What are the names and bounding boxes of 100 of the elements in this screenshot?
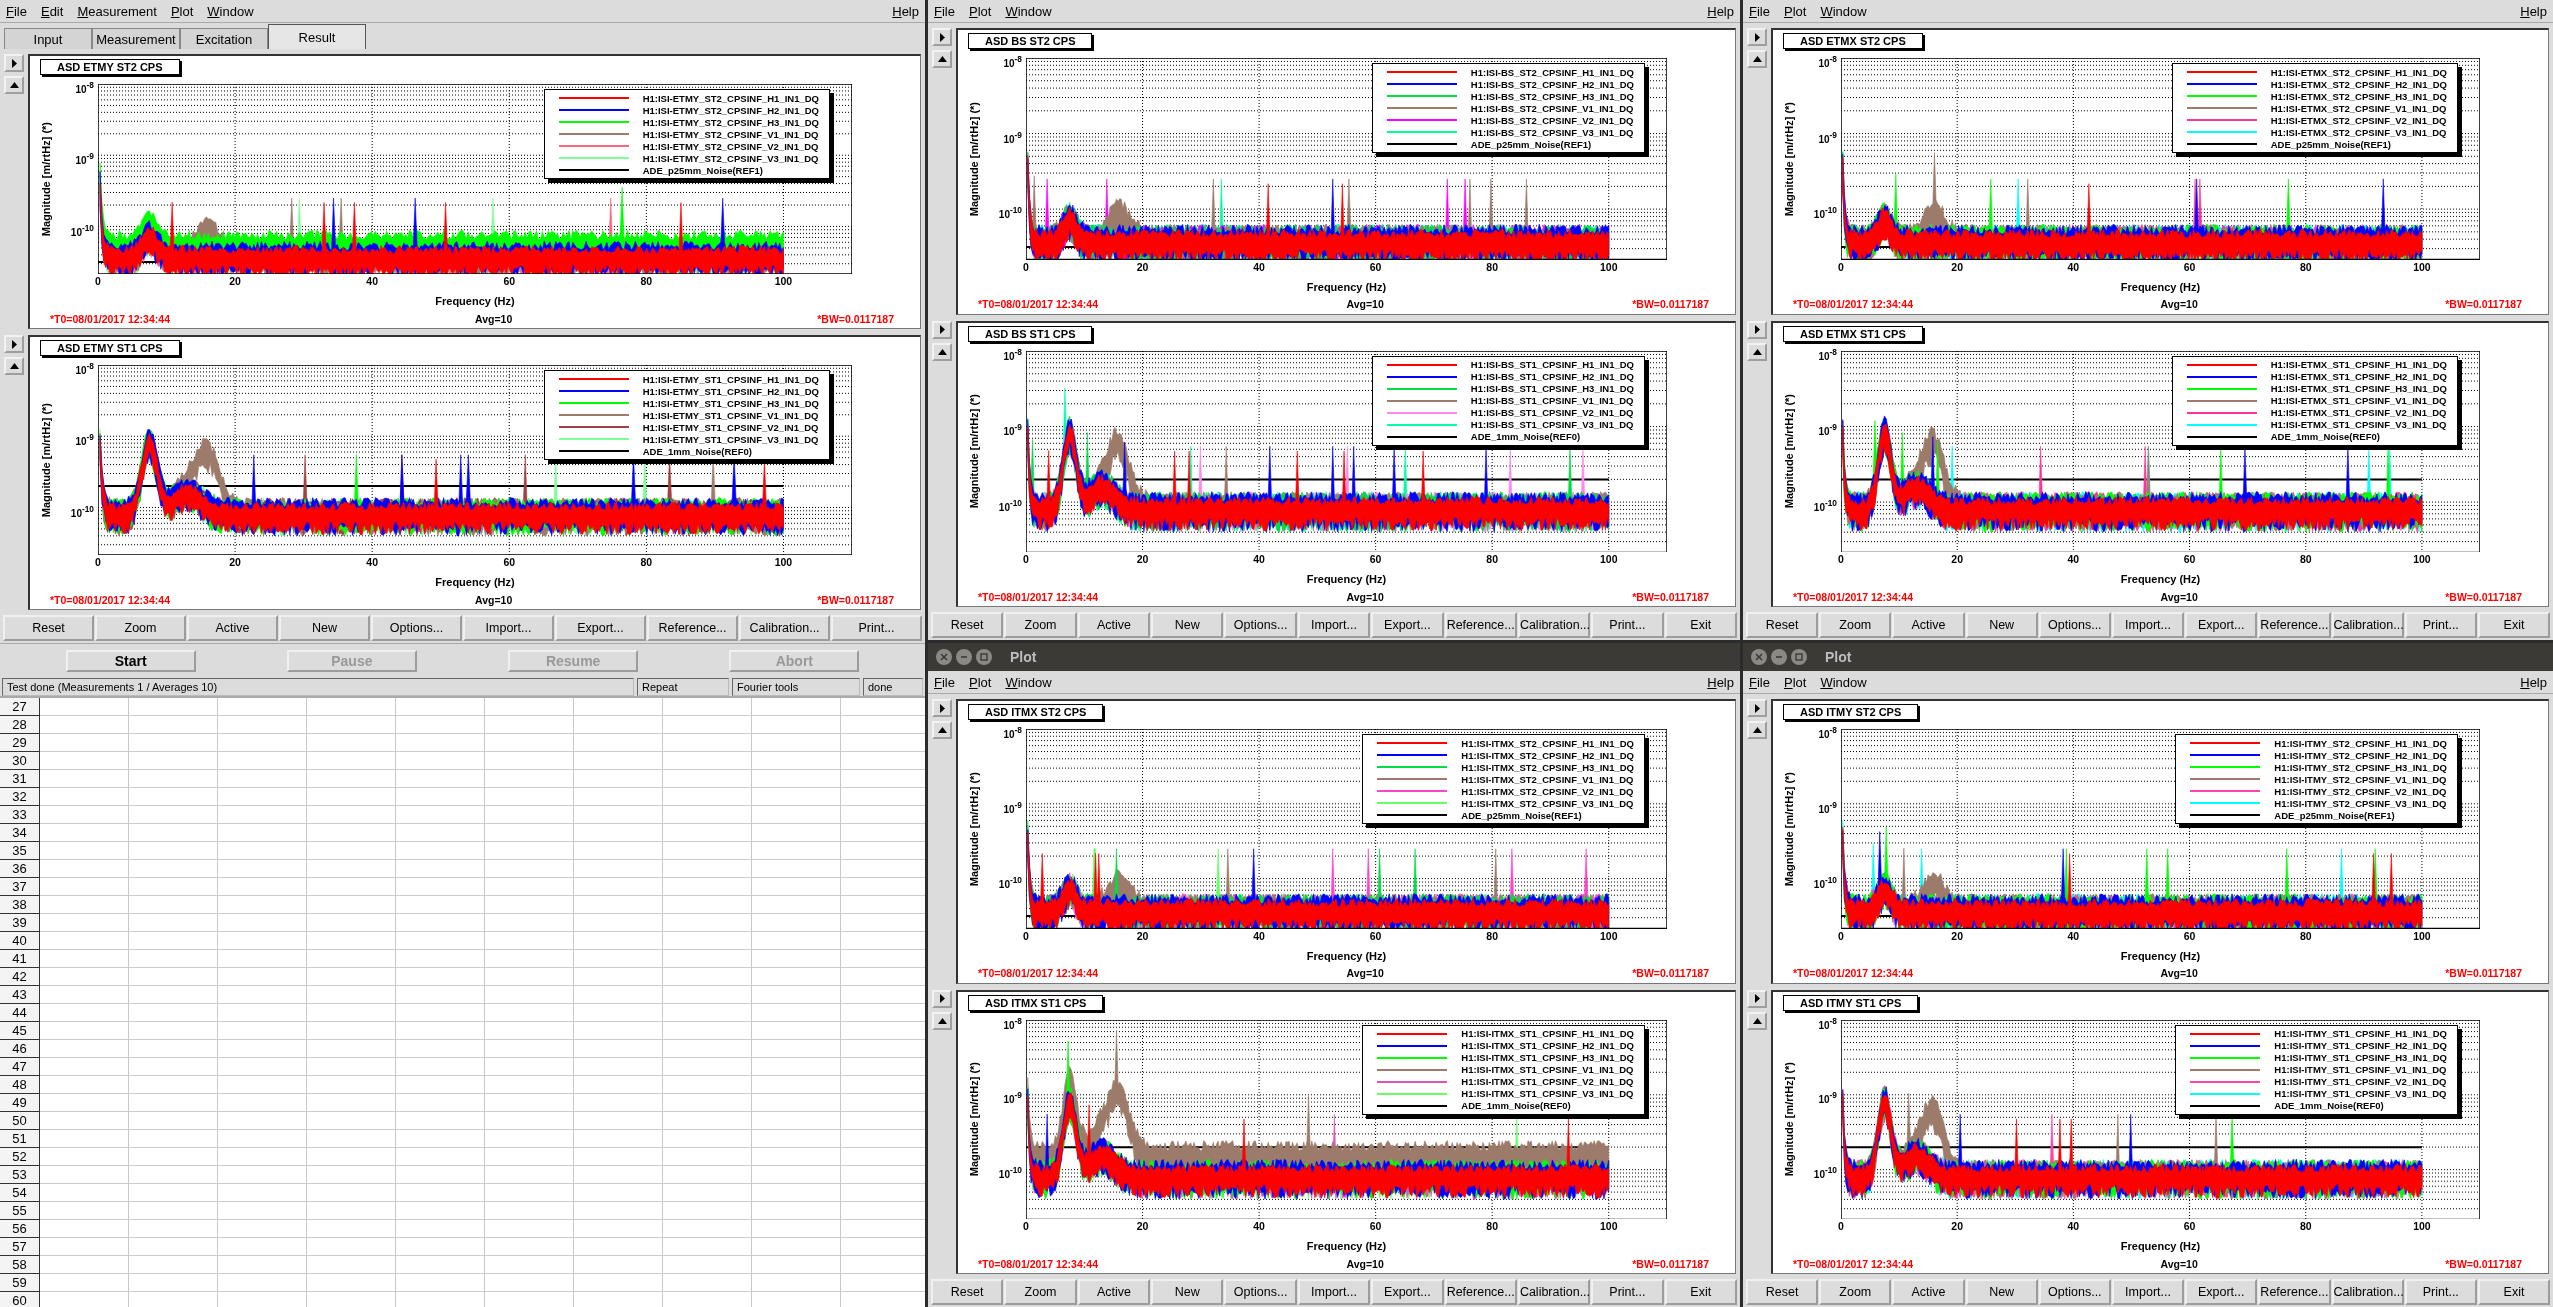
expand-button[interactable] [932,28,952,46]
menu-item[interactable]: Window [1820,3,1867,19]
menu-item[interactable]: Window [1005,3,1052,19]
toolbar-button[interactable]: Calibration... [1517,1279,1591,1305]
tab[interactable]: Excitation [180,28,268,49]
menu-item[interactable]: Plot [1783,3,1807,19]
toolbar-button[interactable]: Reset [931,612,1004,638]
menu-item[interactable]: File [1749,3,1770,19]
collapse-button[interactable] [1747,342,1767,361]
menu-item[interactable]: Window [207,3,254,19]
toolbar-button[interactable]: Exit [2477,612,2551,638]
collapse-button[interactable] [932,342,952,361]
collapse-button[interactable] [4,76,24,94]
menu-item[interactable]: File [1749,674,1770,690]
collapse-button[interactable] [932,721,952,739]
toolbar-button[interactable]: Active [187,615,278,641]
menu-item[interactable]: Plot [170,3,194,19]
toolbar-button[interactable]: Active [1077,612,1151,638]
menu-item[interactable]: Plot [968,674,992,690]
toolbar-button[interactable]: Calibration... [1517,612,1591,638]
toolbar-button[interactable]: Import... [2111,612,2185,638]
toolbar-button[interactable]: Exit [2477,1279,2551,1305]
toolbar-button[interactable]: New [1151,1279,1224,1305]
expand-button[interactable] [1747,699,1767,717]
toolbar-button[interactable]: Reset [3,615,94,641]
toolbar-button[interactable]: Reference... [1444,612,1517,638]
toolbar-button[interactable]: Exit [1664,612,1737,638]
expand-button[interactable] [4,54,24,72]
tab[interactable]: Measurement [92,28,180,49]
toolbar-button[interactable]: Print... [2404,612,2477,638]
maximize-button[interactable] [1791,649,1807,665]
toolbar-button[interactable]: Zoom [1819,1279,1892,1305]
close-button[interactable] [936,649,952,665]
toolbar-button[interactable]: Export... [1371,612,1444,638]
menu-item[interactable]: Help [2520,3,2547,19]
toolbar-button[interactable]: Zoom [1004,1279,1077,1305]
toolbar-button[interactable]: Active [1892,1279,1965,1305]
menu-item[interactable]: File [934,3,955,19]
menu-item[interactable]: Help [892,3,919,19]
toolbar-button[interactable]: Export... [555,615,646,641]
toolbar-button[interactable]: Zoom [1004,612,1077,638]
menu-item[interactable]: Plot [968,3,992,19]
toolbar-button[interactable]: Export... [2185,612,2258,638]
toolbar-button[interactable]: Print... [1591,1279,1664,1305]
toolbar-button[interactable]: Active [1077,1279,1151,1305]
toolbar-button[interactable]: Options... [371,615,462,641]
run-button[interactable]: Start [65,650,196,672]
collapse-button[interactable] [932,50,952,68]
toolbar-button[interactable]: Calibration... [2331,1279,2404,1305]
toolbar-button[interactable]: Zoom [1819,612,1892,638]
collapse-button[interactable] [1747,1011,1767,1030]
expand-button[interactable] [1747,28,1767,46]
maximize-button[interactable] [976,649,992,665]
expand-button[interactable] [932,989,952,1008]
toolbar-button[interactable]: Export... [2185,1279,2258,1305]
collapse-button[interactable] [1747,50,1767,68]
toolbar-button[interactable]: Reference... [2258,612,2331,638]
minimize-button[interactable] [1771,649,1787,665]
expand-button[interactable] [4,335,24,353]
toolbar-button[interactable]: Options... [1224,612,1297,638]
toolbar-button[interactable]: New [279,615,370,641]
menu-item[interactable]: Help [1707,3,1734,19]
toolbar-button[interactable]: Reset [931,1279,1004,1305]
toolbar-button[interactable]: Reference... [2258,1279,2331,1305]
expand-button[interactable] [1747,989,1767,1008]
menu-item[interactable]: Help [1707,674,1734,690]
menu-item[interactable]: Plot [1783,674,1807,690]
menu-item[interactable]: Edit [40,3,64,19]
toolbar-button[interactable]: Exit [1664,1279,1737,1305]
menu-item[interactable]: Measurement [77,3,157,19]
toolbar-button[interactable]: Calibration... [2331,612,2404,638]
toolbar-button[interactable]: Reference... [1444,1279,1517,1305]
collapse-button[interactable] [1747,721,1767,739]
toolbar-button[interactable]: Reset [1746,1279,1819,1305]
toolbar-button[interactable]: Print... [2404,1279,2477,1305]
toolbar-button[interactable]: Active [1892,612,1965,638]
expand-button[interactable] [932,699,952,717]
toolbar-button[interactable]: Options... [1224,1279,1297,1305]
menu-item[interactable]: File [6,3,27,19]
toolbar-button[interactable]: New [1965,1279,2038,1305]
minimize-button[interactable] [956,649,972,665]
toolbar-button[interactable]: Options... [2038,1279,2111,1305]
toolbar-button[interactable]: Reset [1746,612,1819,638]
toolbar-button[interactable]: Import... [463,615,554,641]
menu-item[interactable]: Window [1820,674,1867,690]
toolbar-button[interactable]: New [1151,612,1224,638]
close-button[interactable] [1751,649,1767,665]
toolbar-button[interactable]: New [1965,612,2038,638]
toolbar-button[interactable]: Export... [1371,1279,1444,1305]
toolbar-button[interactable]: Import... [1297,1279,1371,1305]
menu-item[interactable]: File [934,674,955,690]
toolbar-button[interactable]: Import... [2111,1279,2185,1305]
toolbar-button[interactable]: Options... [2038,612,2111,638]
expand-button[interactable] [932,320,952,339]
toolbar-button[interactable]: Import... [1297,612,1371,638]
toolbar-button[interactable]: Calibration... [739,615,830,641]
tab[interactable]: Result [268,24,366,49]
toolbar-button[interactable]: Reference... [647,615,738,641]
menu-item[interactable]: Window [1005,674,1052,690]
collapse-button[interactable] [4,357,24,375]
